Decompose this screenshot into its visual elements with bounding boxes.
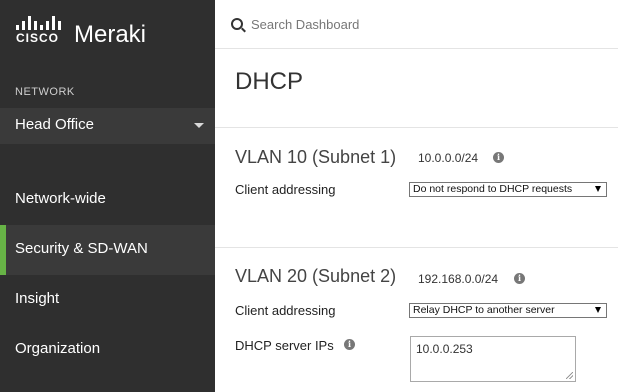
sidebar-item-label: Security & SD-WAN [15, 240, 148, 257]
dhcp-server-ips-textarea[interactable]: 10.0.0.253 [410, 336, 576, 382]
caret-down-icon [194, 123, 204, 128]
info-icon[interactable]: i [493, 152, 504, 163]
network-section-label: NETWORK [15, 86, 75, 98]
search-bar [215, 0, 618, 49]
sidebar-item-organization[interactable]: Organization [0, 325, 215, 375]
client-addressing-label: Client addressing [235, 303, 336, 318]
section-divider [215, 247, 618, 248]
sidebar-item-label: Organization [15, 340, 101, 357]
dropdown-arrow-icon [595, 186, 601, 192]
textarea-value: 10.0.0.253 [416, 342, 473, 356]
cisco-meraki-logo[interactable]: CISCO Meraki [16, 16, 206, 50]
section-divider [215, 127, 618, 128]
sidebar-item-label: Insight [15, 290, 60, 307]
vlan-1-subnet: 10.0.0.0/24 [418, 151, 479, 165]
select-value: Relay DHCP to another server [413, 304, 555, 316]
main-content: DHCP VLAN 10 (Subnet 1) 10.0.0.0/24 i Cl… [215, 0, 618, 392]
vlan-2-subnet: 192.168.0.0/24 [418, 272, 499, 286]
info-icon[interactable]: i [344, 339, 355, 350]
vlan-1-title: VLAN 10 (Subnet 1) [235, 147, 397, 167]
cisco-bars-icon [16, 16, 64, 30]
sidebar-item-network-wide[interactable]: Network-wide [0, 175, 215, 225]
resize-handle-icon[interactable] [566, 372, 573, 379]
search-icon [231, 18, 243, 30]
network-name: Head Office [15, 116, 94, 133]
cisco-wordmark: CISCO [16, 31, 60, 45]
sidebar-item-security-sd-wan[interactable]: Security & SD-WAN [0, 225, 215, 275]
network-selector[interactable]: Head Office [0, 108, 215, 144]
vlan-2-client-addressing-select[interactable]: Relay DHCP to another server [409, 303, 607, 318]
meraki-wordmark: Meraki [74, 21, 147, 48]
sidebar-item-insight[interactable]: Insight [0, 275, 215, 325]
dropdown-arrow-icon [595, 307, 601, 313]
info-icon[interactable]: i [514, 273, 525, 284]
client-addressing-label: Client addressing [235, 182, 336, 197]
active-indicator [0, 225, 6, 275]
vlan-1-client-addressing-select[interactable]: Do not respond to DHCP requests [409, 182, 607, 197]
select-value: Do not respond to DHCP requests [413, 183, 573, 195]
search-input[interactable] [251, 14, 591, 34]
dhcp-server-ips-label: DHCP server IPs [235, 338, 334, 353]
page-title: DHCP [235, 68, 304, 95]
vlan-2-title: VLAN 20 (Subnet 2) [235, 266, 397, 286]
sidebar-item-label: Network-wide [15, 190, 106, 207]
sidebar: CISCO Meraki NETWORK Head Office Network… [0, 0, 215, 392]
